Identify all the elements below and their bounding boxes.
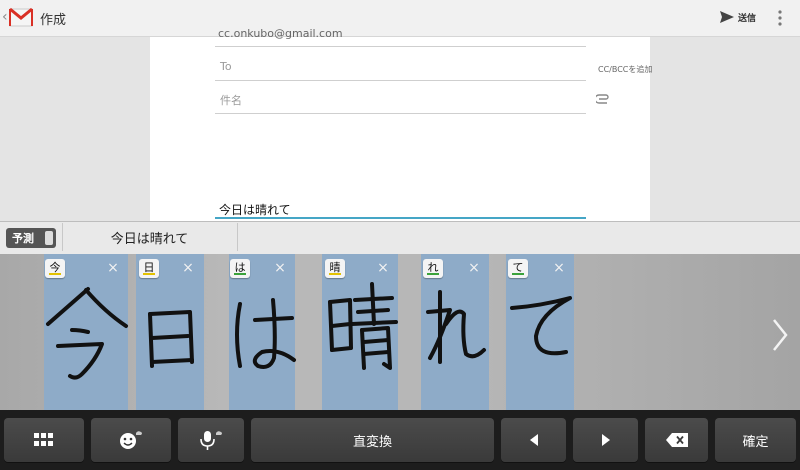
grid-menu-button[interactable]: [4, 418, 84, 462]
toggle-knob: [45, 231, 53, 245]
cursor-right-key[interactable]: [573, 418, 638, 462]
send-button[interactable]: 送信: [720, 6, 756, 28]
to-field-underline: [215, 80, 586, 81]
prediction-toggle-label: 予測: [12, 232, 34, 245]
backspace-key[interactable]: [645, 418, 708, 462]
emoji-icon: [120, 431, 142, 449]
confirm-key-label: 確定: [742, 434, 769, 450]
convert-key[interactable]: 直変換: [251, 418, 494, 462]
stroke-て: [510, 296, 572, 356]
attach-icon[interactable]: [596, 94, 610, 104]
backspace-icon: [665, 433, 688, 447]
stroke-晴: [328, 282, 398, 370]
grid-icon: [34, 433, 53, 446]
from-field[interactable]: cc.onkubo@gmail.com: [218, 27, 343, 40]
chevron-right-icon[interactable]: [770, 318, 790, 352]
handwriting-strokes: [46, 282, 572, 380]
gmail-icon[interactable]: [9, 4, 33, 30]
candidate-word[interactable]: 今日は晴れて: [62, 222, 237, 252]
add-cc-bcc-button[interactable]: CC/BCCを追加: [598, 64, 652, 75]
overflow-menu-icon[interactable]: [770, 7, 790, 29]
voice-input-button[interactable]: [178, 418, 244, 462]
left-margin: [0, 37, 150, 221]
action-bar: [0, 0, 800, 37]
arrow-right-icon: [601, 434, 610, 446]
divider: [237, 223, 238, 251]
back-chevron-icon[interactable]: ‹: [2, 9, 8, 25]
emoji-button[interactable]: [91, 418, 171, 462]
body-field-underline: [215, 217, 586, 219]
stroke-今: [46, 287, 128, 380]
prediction-toggle[interactable]: 予測: [6, 228, 56, 248]
page-title: 作成: [40, 13, 67, 28]
cursor-left-key[interactable]: [501, 418, 566, 462]
body-field[interactable]: 今日は晴れて: [219, 201, 291, 218]
microphone-icon: [200, 431, 222, 450]
from-field-underline: [215, 46, 586, 47]
subject-field-underline: [215, 113, 586, 114]
stroke-日: [148, 310, 194, 368]
arrow-left-icon: [529, 434, 538, 446]
confirm-key[interactable]: 確定: [715, 418, 796, 462]
convert-key-label: 直変換: [352, 434, 392, 450]
stroke-は: [235, 298, 296, 369]
send-icon: [720, 11, 734, 23]
to-field[interactable]: To: [220, 60, 232, 73]
right-margin: [650, 37, 800, 221]
stroke-れ: [426, 290, 486, 364]
subject-field[interactable]: 件名: [220, 92, 242, 108]
send-label: 送信: [738, 13, 757, 24]
